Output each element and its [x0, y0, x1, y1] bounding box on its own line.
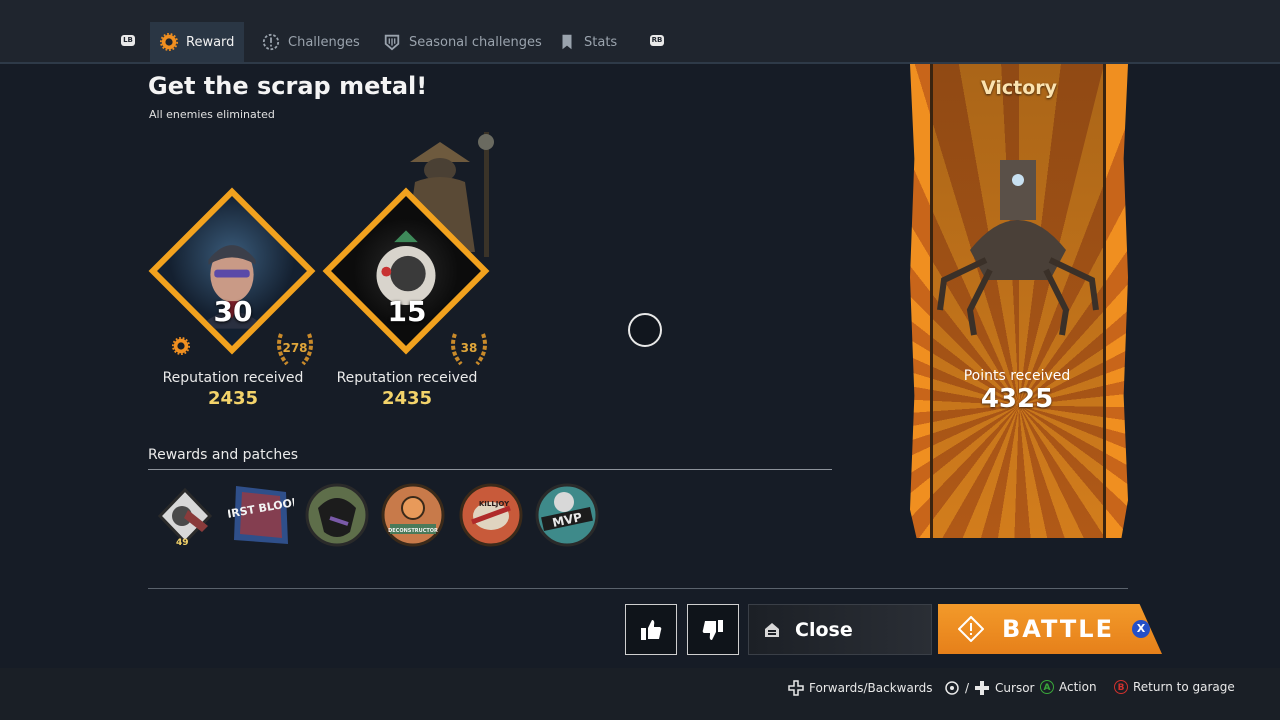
stats-icon [562, 34, 572, 50]
rank-number: 38 [460, 341, 478, 355]
reputation-label: Reputation received [336, 370, 478, 386]
thumbs-down-icon [702, 619, 723, 640]
close-button[interactable]: Close [748, 604, 932, 655]
hint-label: Forwards/Backwards [809, 681, 933, 695]
x-button-icon: X [1131, 620, 1150, 638]
character-level: 15 [387, 295, 427, 328]
points-label: Points received [963, 368, 1071, 384]
close-label: Close [795, 618, 853, 641]
b-button-icon: B [1114, 680, 1128, 694]
seasonal-challenges-icon [384, 34, 400, 51]
a-button-icon: A [1040, 680, 1054, 694]
battle-icon [958, 616, 984, 642]
patch-text: DECONSTRUCTOR [388, 528, 438, 534]
battle-button[interactable]: BATTLE X [938, 604, 1162, 654]
dpad-icon [975, 681, 990, 695]
patch-text: KILLJOY [479, 500, 510, 508]
thumbs-up-icon [641, 619, 662, 640]
thumbs-down-button[interactable] [687, 604, 739, 655]
patch-deconstructor-icon[interactable]: DECONSTRUCTOR [380, 482, 446, 548]
tab-stats[interactable]: Stats [548, 22, 627, 62]
tab-seasonal-challenges[interactable]: Seasonal challenges [373, 22, 552, 62]
challenges-icon [262, 33, 280, 51]
divider [148, 588, 1128, 589]
patch-first-blood-icon[interactable]: FIRST BLOOD [228, 482, 294, 548]
patch-killjoy-icon[interactable]: KILLJOY [458, 482, 524, 548]
footer-bar [0, 668, 1280, 720]
tab-label: Seasonal challenges [409, 34, 542, 50]
rank-number: 278 [282, 341, 308, 355]
hint-label: Return to garage [1133, 680, 1235, 694]
dpad-icon [788, 680, 804, 696]
spider-vehicle-image [937, 160, 1099, 336]
rb-bumper-icon[interactable]: RB [650, 35, 664, 46]
gamepad-cursor [628, 313, 662, 347]
tab-reward[interactable]: Reward [150, 22, 245, 62]
page-title: Get the scrap metal! [148, 72, 428, 100]
tab-challenges[interactable]: Challenges [252, 22, 370, 62]
patch-mvp-icon[interactable]: MVP [534, 482, 600, 548]
tab-label: Challenges [288, 34, 360, 50]
hint-forwards-backwards: Forwards/Backwards [788, 680, 932, 696]
stick-icon [945, 681, 959, 695]
points-value: 4325 [980, 384, 1054, 414]
lb-bumper-icon[interactable]: LB [121, 35, 135, 46]
tab-label: Stats [584, 34, 618, 50]
divider [148, 469, 832, 470]
hint-separator: / [965, 681, 970, 695]
victory-title: Victory [980, 77, 1058, 99]
hint-return-to-garage: B Return to garage [1114, 680, 1235, 694]
reward-gear-icon [172, 337, 190, 355]
character-card-1[interactable]: 30 278 Reputation received 2435 [148, 150, 328, 420]
hint-action: A Action [1040, 680, 1097, 694]
character-level: 30 [213, 295, 253, 328]
reward-count: 49 [176, 538, 189, 548]
character-card-2[interactable]: 15 38 Reputation received 2435 [322, 132, 502, 420]
rewards-title: Rewards and patches [148, 447, 299, 463]
reward-gear-icon [160, 33, 178, 51]
hint-label: Action [1059, 680, 1097, 694]
thumbs-up-button[interactable] [625, 604, 677, 655]
garage-icon [765, 622, 779, 637]
reputation-value: 2435 [381, 388, 433, 409]
page-subtitle: All enemies eliminated [149, 108, 275, 121]
hint-cursor: / Cursor [944, 680, 1035, 696]
patch-dark-beast-icon[interactable] [304, 482, 370, 548]
reputation-value: 2435 [207, 388, 259, 409]
battle-label: BATTLE [1002, 615, 1114, 643]
hint-label: Cursor [995, 681, 1035, 695]
tab-label: Reward [186, 34, 235, 50]
reputation-label: Reputation received [162, 370, 304, 386]
